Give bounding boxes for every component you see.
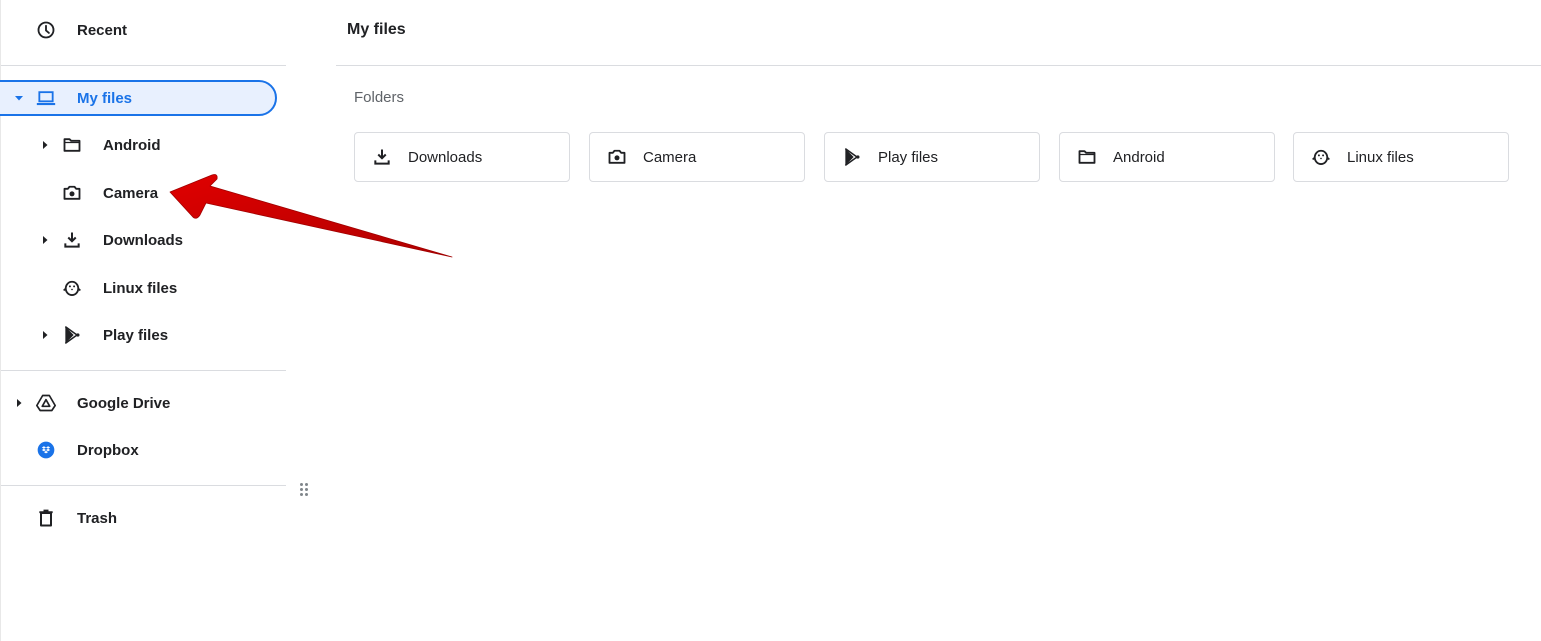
folder-card-label: Play files: [878, 148, 939, 166]
camera-icon: [61, 182, 83, 204]
folder-card-label: Camera: [643, 148, 697, 166]
sidebar-item-recent[interactable]: Recent: [1, 12, 286, 48]
sidebar-divider: [1, 370, 286, 371]
sidebar-item-trash[interactable]: Trash: [1, 500, 286, 536]
folder-icon: [61, 134, 83, 156]
header-divider: [336, 65, 1541, 66]
sidebar-item-android[interactable]: Android: [1, 127, 286, 163]
page-title: My files: [347, 21, 406, 38]
sidebar-divider: [1, 65, 286, 66]
play-icon: [61, 324, 83, 346]
sidebar-item-label: Downloads: [103, 231, 184, 249]
folder-card-label: Linux files: [1347, 148, 1414, 166]
camera-icon: [606, 146, 628, 168]
sidebar-item-camera[interactable]: Camera: [1, 175, 286, 211]
folder-card-label: Downloads: [408, 148, 483, 166]
folder-card-label: Android: [1113, 148, 1165, 166]
sidebar-item-my-files[interactable]: My files: [1, 80, 286, 116]
sidebar-item-label: Recent: [77, 21, 128, 39]
play-icon: [841, 146, 863, 168]
sidebar-item-play-files[interactable]: Play files: [1, 317, 286, 353]
expand-caret-right-icon[interactable]: [40, 330, 50, 340]
penguin-icon: [1310, 146, 1332, 168]
sidebar-item-label: Linux files: [103, 279, 178, 297]
folder-icon: [1076, 146, 1098, 168]
laptop-icon: [35, 87, 57, 109]
penguin-icon: [61, 277, 83, 299]
section-label-folders: Folders: [354, 89, 405, 106]
folder-card-downloads[interactable]: Downloads: [354, 132, 570, 182]
expand-caret-right-icon[interactable]: [14, 398, 24, 408]
sidebar-item-google-drive[interactable]: Google Drive: [1, 385, 286, 421]
sidebar: Recent My files Android Camera Downloads…: [0, 0, 286, 641]
expand-caret-down-icon[interactable]: [14, 93, 24, 103]
sidebar-item-linux-files[interactable]: Linux files: [1, 270, 286, 306]
sidebar-divider: [1, 485, 286, 486]
trash-icon: [35, 507, 57, 529]
sidebar-item-label: Android: [103, 136, 161, 154]
sidebar-resize-handle[interactable]: [298, 482, 310, 498]
sidebar-item-label: My files: [77, 89, 133, 107]
folder-card-android[interactable]: Android: [1059, 132, 1275, 182]
sidebar-item-label: Play files: [103, 326, 169, 344]
sidebar-item-dropbox[interactable]: Dropbox: [1, 432, 286, 468]
download-icon: [61, 229, 83, 251]
sidebar-item-label: Dropbox: [77, 441, 139, 459]
folder-card-linux-files[interactable]: Linux files: [1293, 132, 1509, 182]
dropbox-icon: [35, 439, 57, 461]
sidebar-item-label: Camera: [103, 184, 159, 202]
expand-caret-right-icon[interactable]: [40, 140, 50, 150]
sidebar-item-downloads[interactable]: Downloads: [1, 222, 286, 258]
sidebar-item-label: Trash: [77, 509, 118, 527]
google-drive-icon: [35, 392, 57, 414]
folder-card-play-files[interactable]: Play files: [824, 132, 1040, 182]
download-icon: [371, 146, 393, 168]
folder-card-camera[interactable]: Camera: [589, 132, 805, 182]
clock-icon: [35, 19, 57, 41]
expand-caret-right-icon[interactable]: [40, 235, 50, 245]
sidebar-item-label: Google Drive: [77, 394, 171, 412]
